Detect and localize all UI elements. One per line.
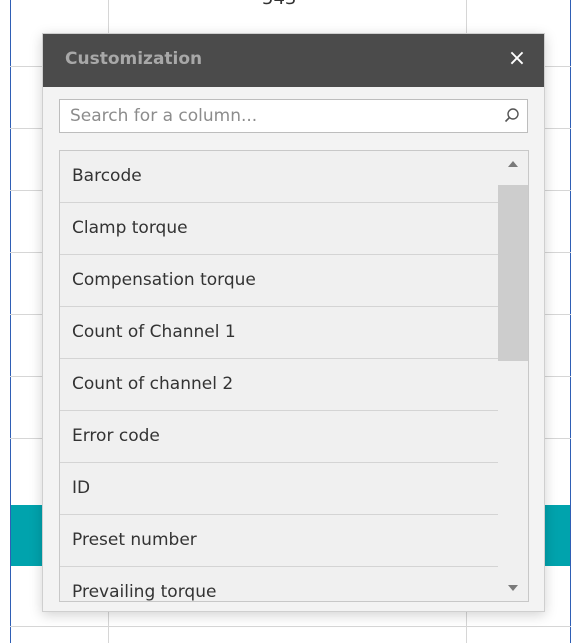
scroll-down-arrow-icon[interactable] [498,573,528,601]
column-label: Count of Channel 1 [72,322,236,342]
scrollbar-thumb[interactable] [498,185,528,361]
customization-panel: Customization × Barcode Clamp torque Com… [42,33,545,612]
list-item[interactable]: Count of channel 2 [60,359,498,411]
column-label: Count of channel 2 [72,374,234,394]
search-icon[interactable] [503,107,521,125]
list-item[interactable]: Preset number [60,515,498,567]
list-item[interactable]: ID [60,463,498,515]
column-label: Preset number [72,530,197,550]
column-label: Compensation torque [72,270,256,290]
scroll-up-arrow-icon[interactable] [498,151,528,179]
column-label: Error code [72,426,160,446]
row-divider [10,626,571,627]
list-item[interactable]: Count of Channel 1 [60,307,498,359]
list-item[interactable]: Compensation torque [60,255,498,307]
column-label: Barcode [72,166,142,186]
panel-header: Customization × [43,34,544,87]
list-item[interactable]: Error code [60,411,498,463]
table-cell-value: 543 [262,0,296,9]
search-box [59,99,528,133]
search-input[interactable] [60,100,490,132]
panel-title: Customization [65,49,203,69]
scrollbar[interactable] [498,151,528,601]
column-list: Barcode Clamp torque Compensation torque… [59,150,529,602]
close-button[interactable]: × [506,46,528,72]
column-label: ID [72,478,91,498]
list-item[interactable]: Clamp torque [60,203,498,255]
list-item[interactable]: Barcode [60,151,498,203]
column-label: Prevailing torque [72,582,217,602]
list-item[interactable]: Prevailing torque [60,567,498,602]
column-label: Clamp torque [72,218,188,238]
